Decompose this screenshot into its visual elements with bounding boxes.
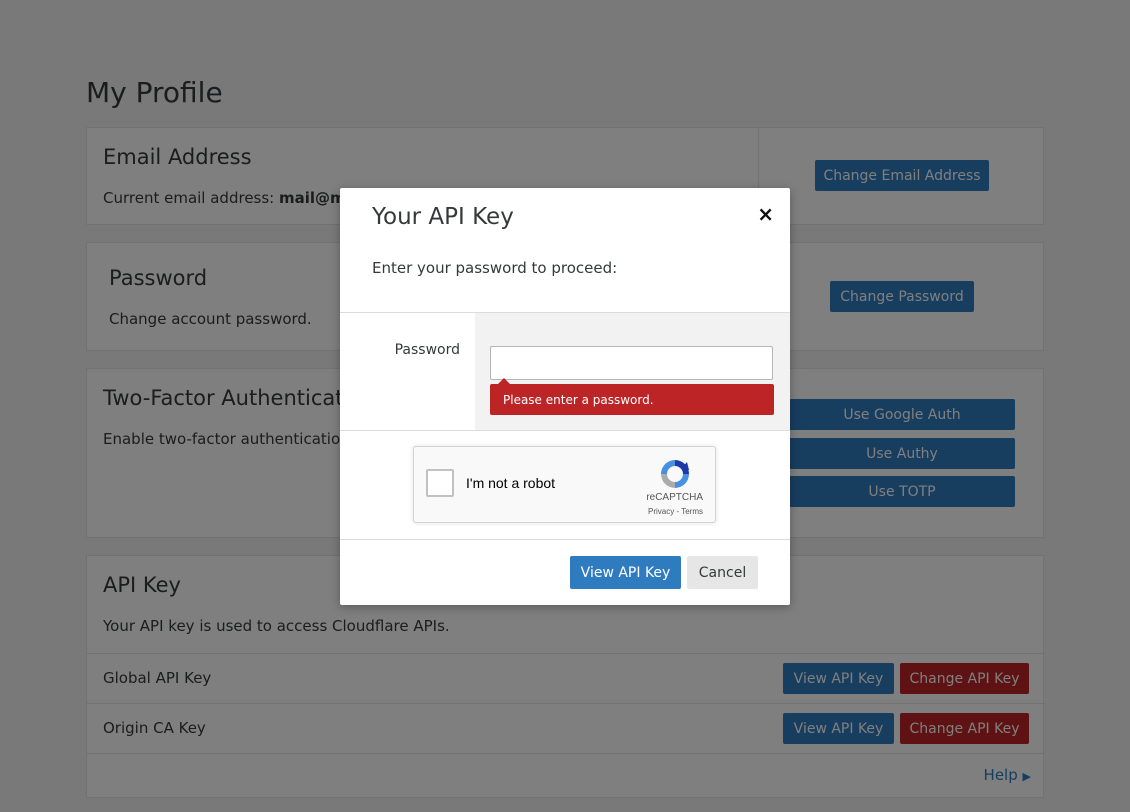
close-icon[interactable]: × <box>757 202 774 226</box>
password-label: Password <box>394 342 460 358</box>
password-field-area: Please enter a password. <box>475 313 790 430</box>
recaptcha-label: I'm not a robot <box>466 475 556 491</box>
recaptcha-logo-icon <box>661 460 689 488</box>
cancel-button[interactable]: Cancel <box>687 556 758 589</box>
view-api-key-button[interactable]: View API Key <box>570 556 681 589</box>
password-error-message: Please enter a password. <box>490 378 774 415</box>
recaptcha-checkbox[interactable] <box>426 469 454 497</box>
recaptcha-brand: reCAPTCHA <box>646 492 703 503</box>
recaptcha-widget: I'm not a robot reCAPTCHA Privacy - Term… <box>413 446 716 523</box>
password-input[interactable] <box>490 346 773 380</box>
api-key-modal: Your API Key × Enter your password to pr… <box>340 188 790 605</box>
modal-footer: View API Key Cancel <box>340 540 790 605</box>
recaptcha-privacy-terms[interactable]: Privacy - Terms <box>648 507 703 516</box>
modal-title: Your API Key <box>372 204 514 230</box>
modal-description: Enter your password to proceed: <box>372 259 618 277</box>
password-form-row: Password Please enter a password. <box>340 312 790 431</box>
captcha-row: I'm not a robot reCAPTCHA Privacy - Term… <box>340 431 790 540</box>
